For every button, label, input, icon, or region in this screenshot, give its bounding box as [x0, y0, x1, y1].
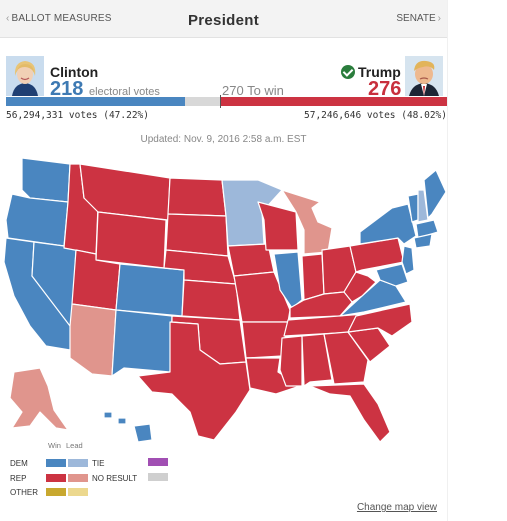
senate-link[interactable]: SENATE › [396, 13, 441, 24]
state-ct[interactable] [413, 233, 433, 249]
state-az[interactable] [69, 303, 117, 377]
trump-avatar [405, 56, 443, 96]
legend-no-result-label: NO RESULT [92, 474, 138, 483]
race-nav-bar: ‹ BALLOT MEASURES President SENATE › [0, 0, 447, 38]
state-ak[interactable] [9, 367, 69, 431]
rep-electoral-segment [220, 97, 447, 106]
us-electoral-map[interactable] [0, 150, 447, 450]
state-nd[interactable] [167, 177, 227, 217]
win-threshold-marker [220, 95, 221, 108]
legend-no-result-swatch [148, 473, 168, 481]
page-divider [447, 0, 448, 521]
legend-other-label: OTHER [10, 488, 38, 497]
state-co[interactable] [115, 263, 185, 317]
legend-dem-win-swatch [46, 459, 66, 467]
state-ny[interactable] [359, 203, 417, 245]
state-in[interactable] [301, 253, 325, 301]
state-fl[interactable] [309, 383, 391, 443]
winner-check-icon [341, 65, 355, 79]
to-win-label: 270 To win [222, 83, 284, 98]
legend-win-header: Win [48, 441, 61, 450]
state-ms[interactable] [279, 335, 303, 387]
state-or[interactable] [5, 193, 69, 247]
legend-dem-label: DEM [10, 459, 28, 468]
state-nm[interactable] [111, 309, 173, 377]
legend-other-lead-swatch [68, 488, 88, 496]
state-wa[interactable] [21, 157, 71, 203]
state-me[interactable] [423, 169, 447, 219]
page-title: President [187, 12, 260, 29]
state-wy[interactable] [95, 211, 167, 269]
trump-popular-votes: 57,246,646 votes (48.02%) [304, 110, 447, 121]
state-ks[interactable] [181, 279, 241, 321]
legend-dem-lead-swatch [68, 459, 88, 467]
chevron-right-icon: › [437, 13, 441, 24]
legend-lead-header: Lead [66, 441, 83, 450]
dem-electoral-segment [6, 97, 185, 106]
senate-label: SENATE [396, 13, 436, 24]
undecided-electoral-segment [184, 97, 221, 106]
legend-other-win-swatch [46, 488, 66, 496]
clinton-popular-votes: 56,294,331 votes (47.22%) [6, 110, 149, 121]
state-hi-2[interactable] [117, 417, 127, 425]
change-map-view-link[interactable]: Change map view [357, 502, 437, 513]
state-hi[interactable] [103, 411, 113, 419]
legend-tie-swatch [148, 458, 168, 466]
legend-rep-lead-swatch [68, 474, 88, 482]
legend-rep-win-swatch [46, 474, 66, 482]
electoral-vote-bar [6, 97, 447, 106]
state-hi-3[interactable] [133, 423, 153, 443]
clinton-avatar [6, 56, 44, 96]
state-sd[interactable] [165, 213, 229, 257]
updated-timestamp: Updated: Nov. 9, 2016 2:58 a.m. EST [140, 134, 307, 145]
legend-rep-label: REP [10, 474, 27, 483]
legend-tie-label: TIE [92, 459, 105, 468]
